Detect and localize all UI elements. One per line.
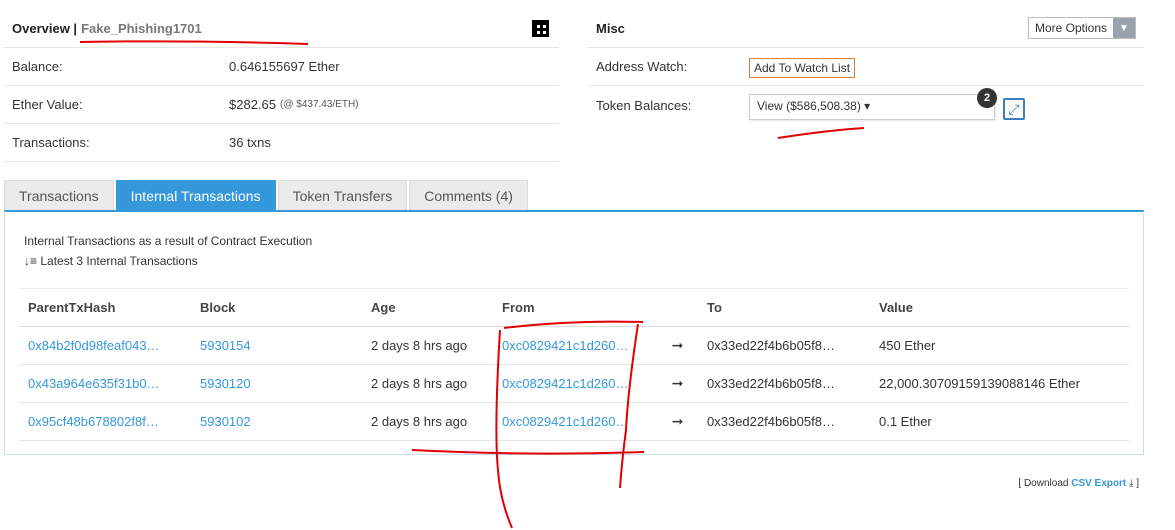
tab-internal-transactions[interactable]: Internal Transactions: [115, 180, 276, 210]
from-link[interactable]: 0xc0829421c1d260…: [493, 402, 658, 441]
col-parent-tx-hash: ParentTxHash: [19, 288, 191, 327]
value-cell: 450 Ether: [870, 326, 1129, 365]
expand-icon[interactable]: ⤢: [1003, 98, 1025, 120]
table-row: 0x84b2f0d98feaf043… 5930154 2 days 8 hrs…: [19, 326, 1129, 365]
age-cell: 2 days 8 hrs ago: [362, 326, 493, 365]
download-suffix: ]: [1136, 478, 1139, 489]
internal-transactions-table: ParentTxHash Block Age From To Value 0x8…: [19, 288, 1129, 441]
to-cell: 0x33ed22f4b6b05f8…: [698, 326, 870, 365]
transactions-row: Transactions: 36 txns: [4, 124, 559, 162]
overview-header: Overview | Fake_Phishing1701: [4, 10, 559, 48]
table-header-row: ParentTxHash Block Age From To Value: [19, 288, 1129, 327]
description-text: Internal Transactions as a result of Con…: [24, 234, 313, 248]
to-cell: 0x33ed22f4b6b05f8…: [698, 364, 870, 403]
add-to-watch-list-button[interactable]: Add To Watch List: [749, 58, 856, 78]
tab-transactions[interactable]: Transactions: [4, 180, 114, 210]
ether-value-row: Ether Value: $282.65 (@ $437.43/ETH): [4, 86, 559, 124]
transactions-label: Transactions:: [12, 135, 90, 150]
more-options-label: More Options: [1028, 18, 1113, 38]
overview-title: Overview |: [12, 21, 78, 36]
col-value: Value: [870, 288, 1129, 327]
col-to: To: [698, 288, 870, 327]
chevron-down-icon: ▼: [1113, 18, 1135, 38]
internal-transactions-panel: Internal Transactions as a result of Con…: [4, 210, 1144, 455]
address-watch-row: Address Watch: Add To Watch List: [588, 48, 1144, 86]
table-row: 0x95cf48b678802f8f… 5930102 2 days 8 hrs…: [19, 402, 1129, 441]
csv-export-link[interactable]: CSV Export: [1071, 478, 1126, 489]
qr-code-icon[interactable]: [532, 20, 549, 37]
download-icon: ⤓: [1129, 478, 1134, 489]
value-cell: 22,000.30709159139088146 Ether: [870, 364, 1129, 403]
block-link[interactable]: 5930154: [191, 326, 362, 365]
address-watch-label: Address Watch:: [596, 59, 688, 74]
col-from: From: [493, 288, 658, 327]
tab-comments[interactable]: Comments (4): [409, 180, 528, 210]
misc-title: Misc: [596, 21, 625, 36]
ether-value-label: Ether Value:: [12, 97, 83, 112]
description: Internal Transactions as a result of Con…: [24, 231, 312, 271]
from-link[interactable]: 0xc0829421c1d260…: [493, 326, 658, 365]
arrow-right-icon: ➞: [658, 364, 698, 403]
token-balances-row: Token Balances: View ($586,508.38) ▾ 2 ⤢: [588, 86, 1144, 132]
tab-token-transfers[interactable]: Token Transfers: [277, 180, 408, 210]
value-cell: 0.1 Ether: [870, 402, 1129, 441]
tab-bar: Transactions Internal Transactions Token…: [4, 180, 530, 210]
download-prefix: [ Download: [1018, 478, 1069, 489]
arrow-right-icon: ➞: [658, 326, 698, 365]
parent-tx-hash-link[interactable]: 0x84b2f0d98feaf043…: [19, 326, 191, 365]
token-balances-select[interactable]: View ($586,508.38) ▾: [749, 94, 995, 120]
sort-icon: ↓≡: [24, 254, 38, 268]
address-name: Fake_Phishing1701: [81, 21, 202, 36]
col-direction: [658, 288, 698, 327]
misc-header: Misc More Options ▼: [588, 10, 1144, 48]
overview-panel: Overview | Fake_Phishing1701 Balance: 0.…: [4, 10, 559, 162]
age-cell: 2 days 8 hrs ago: [362, 402, 493, 441]
misc-panel: Misc More Options ▼ Address Watch: Add T…: [588, 10, 1144, 132]
from-link[interactable]: 0xc0829421c1d260…: [493, 364, 658, 403]
balance-row: Balance: 0.646155697 Ether: [4, 48, 559, 86]
token-balances-label: Token Balances:: [596, 98, 692, 113]
transactions-count: 36 txns: [229, 135, 271, 150]
token-count-badge: 2: [977, 88, 997, 108]
eth-price: (@ $437.43/ETH): [280, 99, 359, 110]
arrow-right-icon: ➞: [658, 402, 698, 441]
block-link[interactable]: 5930102: [191, 402, 362, 441]
to-cell: 0x33ed22f4b6b05f8…: [698, 402, 870, 441]
table-row: 0x43a964e635f31b0… 5930120 2 days 8 hrs …: [19, 364, 1129, 403]
parent-tx-hash-link[interactable]: 0x43a964e635f31b0…: [19, 364, 191, 403]
age-cell: 2 days 8 hrs ago: [362, 364, 493, 403]
parent-tx-hash-link[interactable]: 0x95cf48b678802f8f…: [19, 402, 191, 441]
more-options-button[interactable]: More Options ▼: [1027, 17, 1136, 39]
balance-value: 0.646155697 Ether: [229, 59, 340, 74]
latest-text: Latest 3 Internal Transactions: [40, 254, 198, 268]
col-age: Age: [362, 288, 493, 327]
latest-line: ↓≡ Latest 3 Internal Transactions: [24, 251, 312, 271]
block-link[interactable]: 5930120: [191, 364, 362, 403]
balance-label: Balance:: [12, 59, 63, 74]
download-csv: [ Download CSV Export ⤓ ]: [1018, 478, 1139, 489]
col-block: Block: [191, 288, 362, 327]
ether-value: $282.65: [229, 97, 276, 112]
